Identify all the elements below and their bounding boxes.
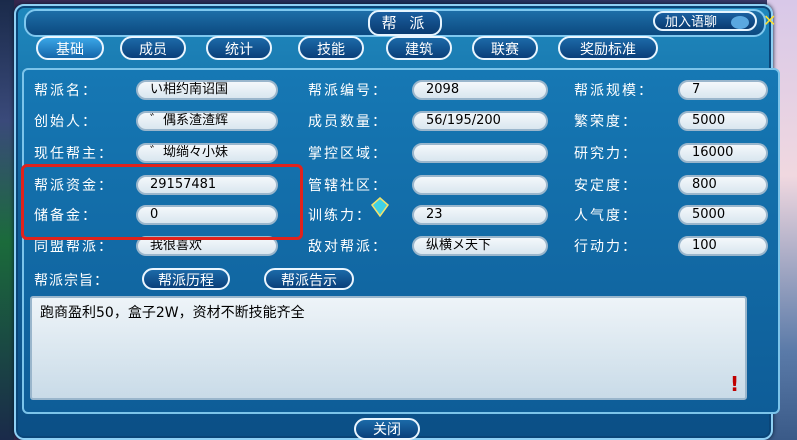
research-value: 16000: [678, 143, 768, 163]
guild-history-button[interactable]: 帮派历程: [142, 268, 230, 290]
prosperity-value: 5000: [678, 111, 768, 131]
tab-skills[interactable]: 技能: [298, 36, 364, 60]
training-power-label: 训练力：: [308, 208, 372, 224]
tab-rewards[interactable]: 奖励标准: [558, 36, 658, 60]
guild-name-label: 帮派名：: [34, 83, 98, 99]
guild-notice-button[interactable]: 帮派告示: [264, 268, 354, 290]
enemy-guild-label: 敌对帮派：: [308, 239, 388, 255]
guild-id-label: 帮派编号：: [308, 83, 388, 99]
join-voice-chat-label: 加入语聊: [665, 15, 718, 30]
guild-name-value: い相约南诏国: [136, 80, 278, 100]
purpose-label: 帮派宗旨：: [34, 273, 109, 289]
guild-id-value: 2098: [412, 80, 548, 100]
action-power-label: 行动力：: [574, 239, 638, 255]
controlled-area-value: [412, 143, 548, 163]
stability-value: 800: [678, 175, 768, 195]
leader-value: ゛坳绱々小妹: [136, 143, 278, 163]
popularity-label: 人气度：: [574, 208, 638, 224]
close-button[interactable]: 关闭: [354, 418, 420, 440]
tab-members[interactable]: 成员: [120, 36, 186, 60]
member-count-value: 56/195/200: [412, 111, 548, 131]
stability-label: 安定度：: [574, 178, 638, 194]
tab-statistics[interactable]: 统计: [206, 36, 272, 60]
leader-label: 现任帮主：: [34, 146, 114, 162]
join-voice-chat-button[interactable]: 加入语聊: [653, 11, 757, 31]
training-gem-icon: [370, 197, 390, 217]
background-left-scene: [0, 0, 14, 440]
tab-basic[interactable]: 基础: [36, 36, 104, 60]
chat-bubble-icon: [731, 16, 749, 29]
funds-highlight-box: [21, 164, 303, 240]
community-value: [412, 175, 548, 195]
founder-label: 创始人：: [34, 114, 98, 130]
guild-scale-value: 7: [678, 80, 768, 100]
member-count-label: 成员数量：: [308, 114, 388, 130]
guild-scale-label: 帮派规模：: [574, 83, 654, 99]
window-title: 帮 派: [368, 10, 442, 36]
purpose-text: 跑商盈利50，盒子2W，资材不断技能齐全: [40, 305, 305, 321]
founder-value: ゛偶系渣渣辉: [136, 111, 278, 131]
controlled-area-label: 掌控区域：: [308, 146, 388, 162]
training-power-value: 23: [412, 205, 548, 225]
tab-league[interactable]: 联赛: [472, 36, 538, 60]
flag-icon: !: [730, 372, 740, 396]
tab-buildings[interactable]: 建筑: [386, 36, 452, 60]
popularity-value: 5000: [678, 205, 768, 225]
community-label: 管辖社区：: [308, 178, 388, 194]
purpose-textarea[interactable]: 跑商盈利50，盒子2W，资材不断技能齐全: [30, 296, 747, 400]
action-power-value: 100: [678, 236, 768, 256]
prosperity-label: 繁荣度：: [574, 114, 638, 130]
research-label: 研究力：: [574, 146, 638, 162]
enemy-guild-value: 纵横メ天下: [412, 236, 548, 256]
close-icon[interactable]: ✕: [763, 12, 776, 30]
